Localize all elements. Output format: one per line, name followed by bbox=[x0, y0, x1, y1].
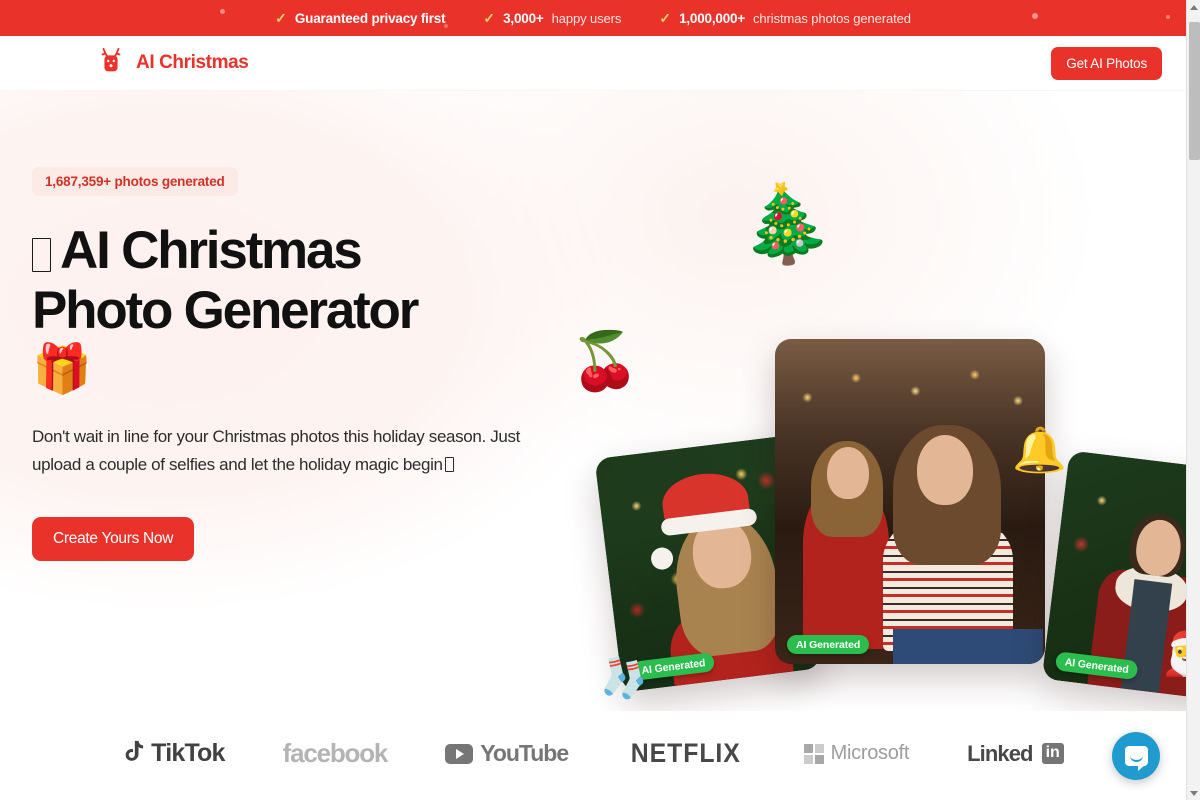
photo-figure-jeans bbox=[893, 629, 1043, 664]
hero-section: 1,687,359+ photos generated AI Christmas… bbox=[0, 91, 1186, 711]
photo-figure-child-head bbox=[827, 447, 869, 499]
announcement-light-text: christmas photos generated bbox=[753, 10, 911, 26]
check-icon: ✓ bbox=[483, 10, 496, 26]
page-title-line1: AI Christmas bbox=[60, 221, 363, 280]
logo-netflix: NETFLIX bbox=[626, 738, 746, 769]
chat-launcher-button[interactable] bbox=[1112, 732, 1160, 780]
wreath-emoji: 🎄 bbox=[733, 177, 837, 272]
hero-subtitle: Don't wait in line for your Christmas ph… bbox=[32, 423, 532, 479]
logo-tiktok: TikTok bbox=[122, 739, 225, 768]
youtube-label: YouTube bbox=[480, 740, 569, 766]
announcement-strong-text: 1,000,000+ bbox=[679, 10, 746, 26]
sparkle-dot bbox=[444, 24, 448, 28]
microsoft-squares-icon bbox=[803, 743, 824, 764]
reindeer-icon bbox=[96, 46, 126, 81]
photo-figure-adult-head bbox=[917, 435, 973, 505]
scroll-up-arrow[interactable] bbox=[1187, 0, 1200, 14]
brand-name: AI Christmas bbox=[136, 52, 249, 73]
page-scrollbar[interactable] bbox=[1186, 0, 1200, 800]
announcement-item-users: ✓ 3,000+ happy users bbox=[483, 11, 621, 26]
gift-emoji: 🎁 bbox=[32, 343, 92, 396]
missing-glyph-icon bbox=[444, 457, 454, 472]
logo-linkedin: Linked in bbox=[967, 741, 1064, 767]
stocking-emoji: 🧦 bbox=[593, 652, 652, 706]
holly-emoji: 🍒 bbox=[570, 329, 640, 392]
announcement-item-photos: ✓ 1,000,000+ christmas photos generated bbox=[659, 11, 911, 26]
scrollbar-thumb[interactable] bbox=[1189, 22, 1200, 160]
site-header: AI Christmas Get AI Photos bbox=[0, 36, 1186, 91]
check-icon: ✓ bbox=[659, 10, 672, 26]
announcement-strong-text: Guaranteed privacy first bbox=[294, 10, 446, 26]
santa-emoji: 🎅 bbox=[1160, 633, 1186, 675]
sparkle-dot bbox=[220, 9, 225, 14]
photos-generated-badge: 1,687,359+ photos generated bbox=[32, 167, 238, 196]
netflix-label: NETFLIX bbox=[630, 738, 741, 768]
logo-microsoft: Microsoft bbox=[803, 742, 910, 765]
announcement-strong-text: 3,000+ bbox=[503, 10, 544, 26]
announcement-light-text: happy users bbox=[551, 10, 622, 26]
logo-youtube: YouTube bbox=[445, 740, 569, 767]
youtube-play-icon bbox=[445, 743, 474, 764]
sparkle-dot bbox=[1032, 13, 1038, 19]
sparkle-dot bbox=[1166, 15, 1170, 19]
hero-copy: 1,687,359+ photos generated AI Christmas… bbox=[32, 167, 572, 561]
page-title-line2: Photo Generator bbox=[32, 281, 419, 340]
create-yours-now-button[interactable]: Create Yours Now bbox=[32, 517, 195, 561]
logo-facebook: facebook bbox=[282, 738, 389, 769]
facebook-label: facebook bbox=[282, 738, 389, 768]
linkedin-in-icon: in bbox=[1041, 743, 1064, 764]
tiktok-note-icon bbox=[122, 739, 144, 768]
chat-bubble-icon bbox=[1124, 746, 1148, 771]
mother-daughter-fireplace-photo[interactable]: AI Generated bbox=[775, 339, 1045, 664]
announcement-item-privacy: ✓ Guaranteed privacy first bbox=[275, 11, 445, 26]
microsoft-label: Microsoft bbox=[830, 742, 910, 764]
bell-emoji: 🔔 bbox=[1012, 426, 1067, 475]
check-icon: ✓ bbox=[275, 10, 287, 26]
partner-logos-strip: TikTok facebook YouTube NETFLIX Microsof… bbox=[0, 711, 1186, 796]
tiktok-label: TikTok bbox=[151, 739, 225, 767]
hero-photo-collage: AI Generated AI Generated AI Generated 🎄… bbox=[560, 177, 1186, 706]
smile-icon bbox=[1129, 755, 1143, 762]
page-title: AI Christmas Photo Generator 🎁 bbox=[32, 221, 532, 395]
ai-generated-badge: AI Generated bbox=[787, 635, 870, 654]
get-ai-photos-button[interactable]: Get AI Photos bbox=[1051, 46, 1162, 80]
brand-logo-link[interactable]: AI Christmas bbox=[96, 46, 249, 81]
scroll-down-arrow[interactable] bbox=[1187, 786, 1200, 800]
announcement-bar: ✓ Guaranteed privacy first ✓ 3,000+ happ… bbox=[0, 0, 1186, 36]
missing-glyph-icon bbox=[32, 238, 51, 272]
linkedin-label: Linked bbox=[967, 740, 1033, 766]
